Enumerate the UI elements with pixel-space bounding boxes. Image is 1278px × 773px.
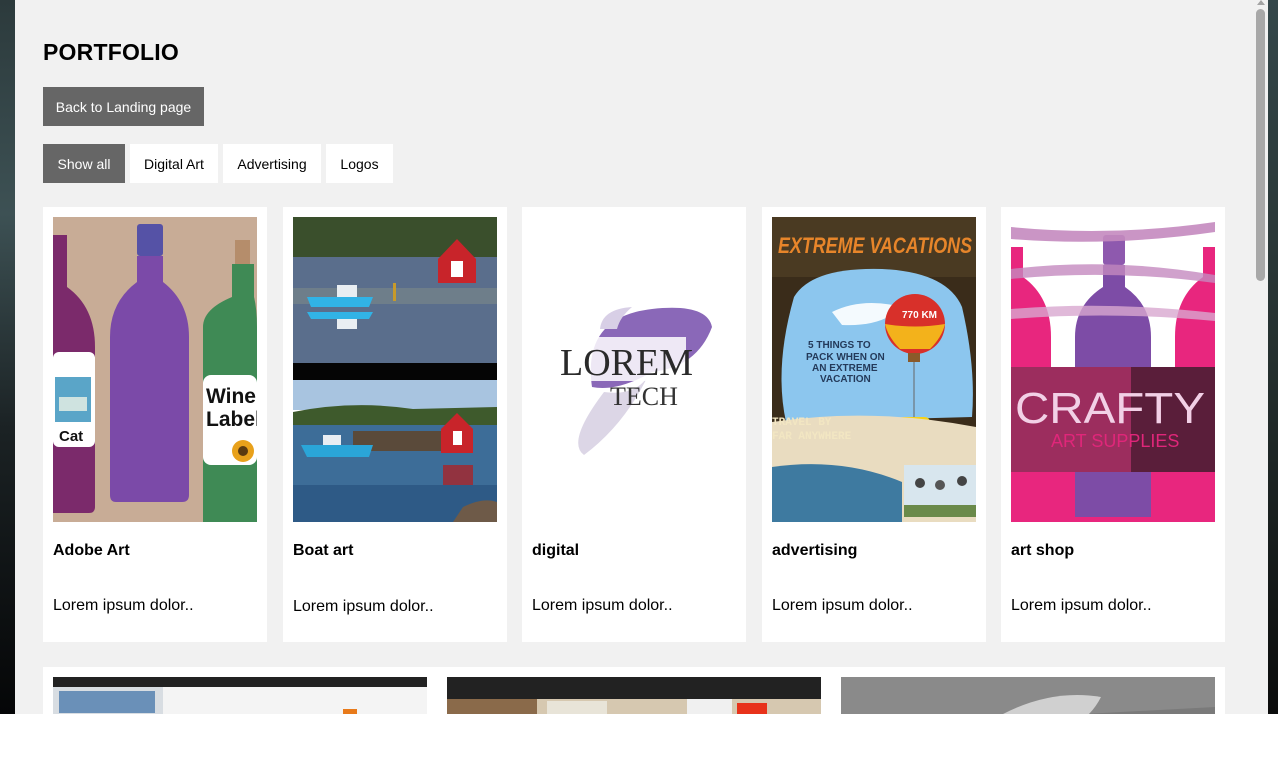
page-title: PORTFOLIO <box>43 39 179 65</box>
back-to-landing-button[interactable]: Back to Landing page <box>43 87 204 126</box>
portfolio-thumb-partial-1[interactable] <box>53 677 427 714</box>
filter-show-all[interactable]: Show all <box>43 144 125 183</box>
bottle-label-cat-text: Cat <box>59 428 83 445</box>
poster-line-2: PACK WHEN ON <box>806 352 885 363</box>
wine-bottles-illustration: Cat Wine Label <box>53 217 257 522</box>
portfolio-page: PORTFOLIO Back to Landing page Show all … <box>15 0 1253 714</box>
boat-harbor-illustration <box>293 217 497 522</box>
bottle-label-wine-text: Wine <box>206 385 256 408</box>
browser-right-edge <box>1268 0 1278 714</box>
poster-headline-text: EXTREME VACATIONS <box>778 233 972 258</box>
extreme-vacations-poster: EXTREME VACATIONS 5 THINGS TO PACK WHEN … <box>772 217 976 522</box>
vertical-scrollbar[interactable] <box>1253 0 1268 714</box>
art-supplies-text: ART SUPPLIES <box>1051 431 1179 451</box>
card-title: digital <box>532 542 580 559</box>
crafty-logo-text: CRAFTY <box>1015 384 1205 433</box>
bottle-label-label-text: Label <box>206 408 257 431</box>
card-title: advertising <box>772 542 858 559</box>
card-title: Adobe Art <box>53 542 130 559</box>
portfolio-card-boat-art[interactable]: Boat art Lorem ipsum dolor.. <box>283 207 507 642</box>
card-description: Lorem ipsum dolor.. <box>772 597 913 614</box>
portfolio-thumb-partial-2[interactable] <box>447 677 821 714</box>
portfolio-row-2 <box>43 667 1225 714</box>
poster-line-1: 5 THINGS TO <box>808 340 871 351</box>
balloon-label-text: 770 KM <box>902 310 937 321</box>
card-description: Lorem ipsum dolor.. <box>532 597 673 614</box>
filter-advertising[interactable]: Advertising <box>223 144 321 183</box>
poster-footer-line-2: FAR ANYWHERE <box>772 431 852 443</box>
lorem-tech-logo-image: LOREM TECH <box>532 217 736 522</box>
card-description: Lorem ipsum dolor.. <box>53 597 194 614</box>
card-title: art shop <box>1011 542 1075 559</box>
filter-logos[interactable]: Logos <box>326 144 393 183</box>
card-description: Lorem ipsum dolor.. <box>293 598 434 615</box>
portfolio-card-digital[interactable]: LOREM TECH digital Lorem ipsum dolor.. <box>522 207 746 642</box>
scrollbar-thumb[interactable] <box>1256 9 1265 281</box>
portfolio-card-adobe-art[interactable]: Cat Wine Label Adobe Art Lorem ipsum dol… <box>43 207 267 642</box>
logo-tech-text: TECH <box>610 382 678 411</box>
browser-left-edge <box>0 0 15 714</box>
poster-line-4: VACATION <box>820 374 871 385</box>
card-title: Boat art <box>293 542 354 559</box>
scroll-up-arrow-icon[interactable] <box>1257 0 1265 5</box>
crafty-art-supplies-ad: CRAFTY ART SUPPLIES <box>1011 217 1215 522</box>
poster-line-3: AN EXTREME <box>812 363 878 374</box>
card-description: Lorem ipsum dolor.. <box>1011 597 1152 614</box>
portfolio-card-art-shop[interactable]: CRAFTY ART SUPPLIES art shop Lorem ipsum… <box>1001 207 1225 642</box>
poster-footer-line-1: TRAVEL BY <box>772 417 832 429</box>
logo-lorem-text: LOREM <box>560 342 693 384</box>
portfolio-card-advertising[interactable]: EXTREME VACATIONS 5 THINGS TO PACK WHEN … <box>762 207 986 642</box>
filter-digital-art[interactable]: Digital Art <box>130 144 218 183</box>
portfolio-thumb-partial-3[interactable] <box>841 677 1215 714</box>
